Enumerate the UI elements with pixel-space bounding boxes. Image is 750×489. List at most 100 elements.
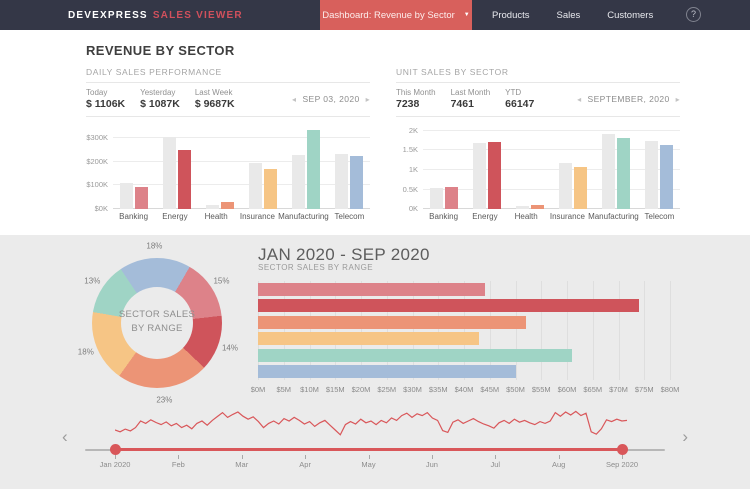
range-handle-left[interactable]: [110, 444, 121, 455]
bar-health-previous[interactable]: [206, 205, 220, 209]
daily-sales-stats-row: Today $ 1106K Yesterday $ 1087K Last Wee…: [86, 83, 370, 117]
nav-links: Products Sales Customers: [492, 0, 653, 30]
bar-banking-previous[interactable]: [120, 183, 134, 209]
month-tick: [368, 455, 370, 459]
plot-area: [113, 129, 370, 209]
bar-energy-previous[interactable]: [473, 143, 487, 209]
gridline: [670, 281, 671, 380]
daily-sales-panel: DAILY SALES PERFORMANCE Today $ 1106K Ye…: [86, 67, 370, 221]
y-tick-label: $200K: [86, 156, 108, 166]
date-prev-icon[interactable]: ◂: [577, 95, 581, 104]
hbar-row-1[interactable]: [258, 299, 640, 313]
category-labels: Banking Energy Health Insurance Manufacturin…: [113, 209, 370, 221]
x-tick-label: $75M: [634, 385, 654, 394]
unit-sales-stats-row: This Month 7238 Last Month 7461 YTD 6614…: [396, 83, 680, 117]
page-title: REVENUE BY SECTOR: [86, 43, 235, 58]
stat-this-month: This Month 7238: [396, 88, 436, 110]
month-label: Mar: [235, 460, 249, 469]
y-tick-label: $100K: [86, 180, 108, 190]
y-tick-label: $0K: [94, 204, 108, 213]
range-scroll-right-icon[interactable]: ›: [682, 427, 688, 447]
hbar-row-5[interactable]: [258, 365, 516, 378]
date-next-icon[interactable]: ▸: [366, 95, 370, 104]
bar-group-health: [199, 129, 242, 209]
hbar-plot-area: [258, 281, 671, 380]
stat-last-month: Last Month 7461: [451, 88, 491, 110]
range-selector: ‹ › Jan 2020 Feb Mar Apr May Jun Jul Aug Sep 202…: [60, 405, 690, 475]
hbar-chart-subtitle: SECTOR SALES BY RANGE: [258, 263, 374, 272]
bar-insurance-previous[interactable]: [248, 163, 262, 209]
category-label: Telecom: [334, 212, 365, 221]
bar-banking-current[interactable]: [445, 187, 459, 209]
date-next-icon[interactable]: ▸: [676, 95, 680, 104]
bar-banking-current[interactable]: [135, 187, 149, 209]
bar-manufacturing-current[interactable]: [306, 130, 320, 209]
nav-link-products[interactable]: Products: [492, 10, 530, 21]
month-label: Sep 2020: [605, 460, 639, 469]
month-label: Jan 2020: [99, 460, 131, 469]
dashboard-selector-label: Dashboard: Revenue by Sector: [322, 9, 455, 21]
date-prev-icon[interactable]: ◂: [292, 95, 296, 104]
hbar-row-4[interactable]: [258, 348, 573, 362]
bar-insurance-current[interactable]: [263, 168, 277, 209]
bar-group-energy: [156, 129, 199, 209]
brand-logo[interactable]: DEVEXPRESS SALES VIEWER: [68, 0, 243, 30]
x-tick-label: $60M: [557, 385, 577, 394]
donut-center-label: SECTOR SALES BY RANGE: [118, 309, 196, 334]
category-label: Manufacturing: [278, 212, 329, 221]
bar-health-current[interactable]: [531, 205, 545, 209]
daily-date-nav: ◂ SEP 03, 2020 ▸: [292, 94, 370, 104]
nav-link-customers[interactable]: Customers: [607, 10, 653, 21]
bar-telecom-previous[interactable]: [644, 140, 658, 209]
nav-link-sales[interactable]: Sales: [557, 10, 581, 21]
stat-label: Yesterday: [140, 88, 176, 97]
stat-label: Today: [86, 88, 108, 97]
gridline: [592, 281, 594, 380]
x-tick-label: $15M: [325, 385, 345, 394]
bar-group-energy: [466, 129, 509, 209]
sector-sales-donut-chart: SECTOR SALES BY RANGE 18% 15% 14% 23% 18% 13%: [62, 242, 252, 412]
bar-health-previous[interactable]: [516, 206, 530, 209]
bar-manufacturing-previous[interactable]: [291, 154, 305, 209]
x-tick-label: $25M: [377, 385, 397, 394]
category-label: Manufacturing: [588, 212, 639, 221]
bar-insurance-previous[interactable]: [558, 163, 572, 209]
bar-telecom-current[interactable]: [349, 156, 363, 209]
dashboard-selector-button[interactable]: Dashboard: Revenue by Sector ▼: [320, 0, 472, 30]
x-tick-label: $50M: [506, 385, 525, 394]
bar-insurance-current[interactable]: [573, 166, 587, 209]
donut-slice-label: 18%: [146, 241, 163, 251]
hbar-row-2[interactable]: [258, 315, 526, 329]
bar-banking-previous[interactable]: [430, 187, 444, 209]
bar-telecom-current[interactable]: [659, 145, 673, 209]
x-tick-label: $35M: [428, 385, 448, 394]
bar-energy-previous[interactable]: [163, 137, 177, 209]
month-tick: [622, 455, 623, 459]
bar-manufacturing-current[interactable]: [616, 138, 630, 209]
range-scroll-left-icon[interactable]: ‹: [62, 427, 68, 447]
x-tick-label: $80M: [660, 385, 680, 394]
help-icon[interactable]: ?: [686, 7, 701, 22]
bar-telecom-previous[interactable]: [334, 154, 348, 209]
hbar-row-0[interactable]: [258, 283, 485, 296]
bar-health-current[interactable]: [221, 202, 235, 209]
revenue-by-sector-section: REVENUE BY SECTOR DAILY SALES PERFORMANC…: [0, 43, 750, 235]
bar-group-manufacturing: [284, 129, 327, 209]
bar-energy-current[interactable]: [488, 141, 502, 209]
y-axis: 0K 0.5K 1K 1.5K 2K: [396, 126, 423, 213]
category-labels: Banking Energy Health Insurance Manufacturin…: [423, 209, 680, 221]
x-tick-label: $55M: [531, 385, 551, 394]
range-selected-track[interactable]: [115, 448, 622, 451]
date-nav-label: SEPTEMBER, 2020: [587, 94, 670, 104]
month-tick: [431, 455, 433, 459]
hbar-row-3[interactable]: [258, 332, 480, 346]
bar-energy-current[interactable]: [178, 149, 192, 209]
hbar-x-axis: $0M $5M $10M $15M $20M $25M $30M $35M $40M $45M $5…: [251, 385, 680, 397]
gridline: [515, 281, 517, 380]
category-label: Banking: [429, 212, 459, 221]
category-label: Energy: [472, 212, 498, 221]
bar-manufacturing-previous[interactable]: [601, 133, 615, 209]
range-handle-right[interactable]: [617, 444, 628, 455]
month-label: Apr: [299, 460, 311, 469]
bar-group-telecom: [637, 129, 680, 209]
